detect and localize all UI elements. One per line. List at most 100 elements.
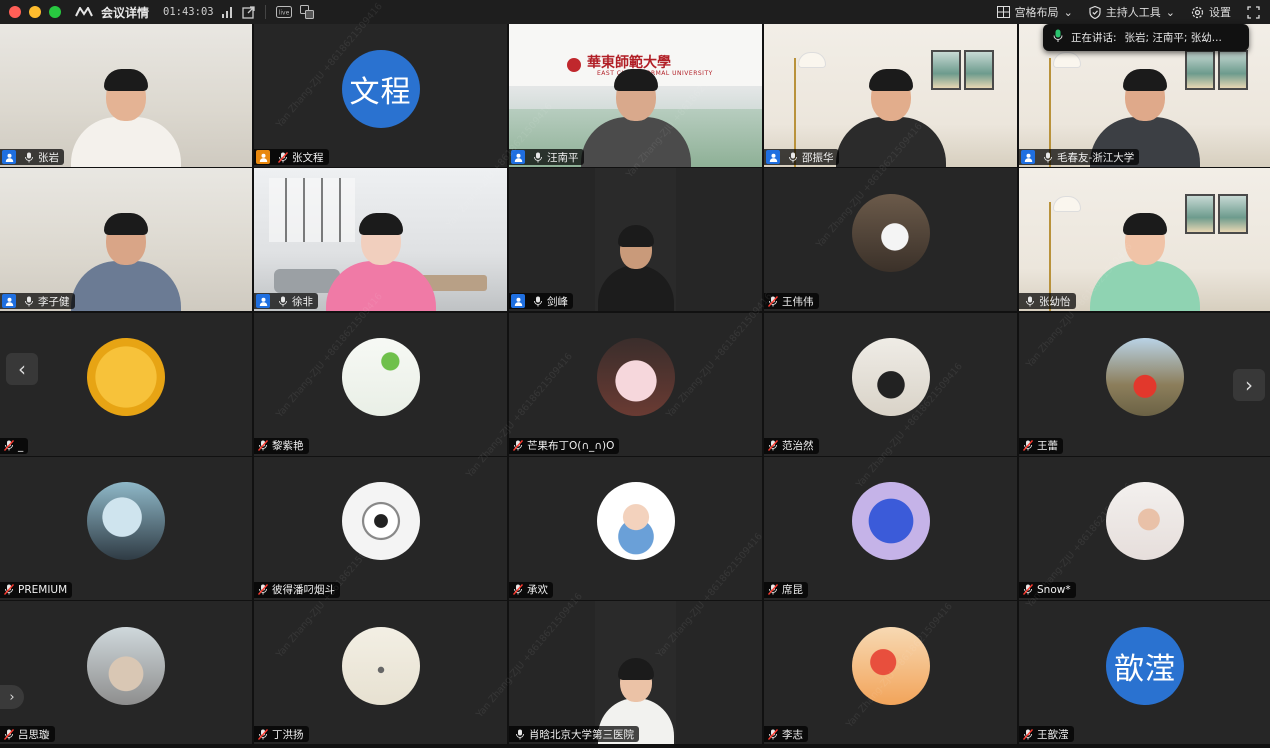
participant-name: _ bbox=[18, 439, 24, 452]
participant-tile[interactable]: 丁洪扬 bbox=[254, 601, 507, 745]
participant-name-tag: _ bbox=[0, 437, 29, 454]
microphone-icon bbox=[514, 728, 526, 740]
video-feed bbox=[0, 168, 252, 312]
participant-tile[interactable]: 剑峰 bbox=[509, 168, 762, 312]
cat-photo-avatar bbox=[851, 193, 930, 272]
participant-name-tag: 席昆 bbox=[764, 581, 808, 598]
video-feed bbox=[0, 24, 252, 167]
microphone-muted-icon bbox=[3, 440, 15, 452]
user-badge-icon bbox=[256, 294, 270, 309]
layout-label: 宫格布局 bbox=[1014, 6, 1059, 19]
participant-tile[interactable]: 彼得潘叼烟斗 bbox=[254, 456, 507, 600]
microphone-muted-icon bbox=[3, 584, 15, 596]
microphone-muted-icon bbox=[767, 584, 779, 596]
participant-name: PREMIUM bbox=[18, 583, 68, 596]
microphone-muted-icon bbox=[512, 584, 524, 596]
participant-tile[interactable]: 華東師範大學 EAST CHINA NORMAL UNIVERSITY 汪南平 bbox=[509, 24, 762, 167]
microphone-icon bbox=[277, 151, 289, 163]
participant-tile[interactable]: 歆滢王歆滢 bbox=[1019, 601, 1270, 745]
participant-name-tag: PREMIUM bbox=[0, 581, 73, 598]
participant-name-tag: 彼得潘叼烟斗 bbox=[254, 581, 340, 598]
participant-name-tag: 王歆滢 bbox=[1019, 726, 1074, 743]
minimize-window-button[interactable] bbox=[29, 6, 41, 18]
participant-tile[interactable]: 肖晗北京大学第三医院 bbox=[509, 601, 762, 745]
participant-name-tag: 承欢 bbox=[509, 581, 553, 598]
microphone-muted-icon bbox=[257, 440, 269, 452]
participant-name-tag: 吕思璇 bbox=[0, 726, 55, 743]
text-avatar: 歆滢 bbox=[1106, 626, 1184, 705]
meeting-info-button[interactable]: 会议详情 bbox=[101, 4, 149, 21]
layout-menu-button[interactable]: 宫格布局 ⌄ bbox=[996, 4, 1073, 20]
participant-name: 承欢 bbox=[527, 584, 548, 597]
chevron-right-icon: › bbox=[9, 689, 15, 705]
participant-video-figure bbox=[835, 69, 946, 167]
shield-icon bbox=[1089, 5, 1101, 19]
participant-name: 席昆 bbox=[782, 584, 803, 597]
translate-icon[interactable] bbox=[299, 5, 314, 19]
next-page-button[interactable]: › bbox=[1233, 369, 1265, 401]
user-badge-icon bbox=[511, 294, 525, 309]
user-badge-icon bbox=[766, 150, 780, 164]
host-tools-button[interactable]: 主持人工具 ⌄ bbox=[1089, 4, 1175, 20]
expand-panel-button[interactable]: › bbox=[0, 685, 24, 709]
participant-tile[interactable]: 李子健 bbox=[0, 168, 252, 312]
participant-tile[interactable]: 黎紫艳 bbox=[254, 312, 507, 456]
participant-tile[interactable]: 徐非 bbox=[254, 168, 507, 312]
participant-name-tag: 李志 bbox=[764, 726, 808, 743]
cartoon-scene-avatar bbox=[851, 626, 930, 705]
settings-label: 设置 bbox=[1209, 6, 1231, 19]
participant-tile[interactable]: 芒果布丁O(∩_∩)O bbox=[509, 312, 762, 456]
participant-name: Snow* bbox=[1037, 583, 1071, 596]
participant-name-tag: 剑峰 bbox=[509, 293, 573, 310]
participant-tile[interactable]: 王伟伟 bbox=[764, 168, 1017, 312]
microphone-active-icon bbox=[1053, 29, 1063, 46]
microphone-icon bbox=[1024, 295, 1036, 307]
plant-photo-avatar bbox=[341, 338, 420, 417]
fullscreen-icon[interactable] bbox=[1247, 5, 1260, 19]
maximize-window-button[interactable] bbox=[49, 6, 61, 18]
participant-tile[interactable]: 吕思璇 bbox=[0, 601, 252, 745]
participant-tile[interactable]: 席昆 bbox=[764, 456, 1017, 600]
video-feed bbox=[595, 168, 676, 312]
video-feed bbox=[764, 24, 1017, 167]
grid-layout-icon bbox=[996, 6, 1010, 18]
anime-character-avatar bbox=[87, 482, 165, 561]
participant-name: 吕思璇 bbox=[18, 728, 50, 741]
participant-video-figure bbox=[597, 225, 674, 312]
settings-button[interactable]: 设置 bbox=[1191, 4, 1231, 20]
previous-page-button[interactable]: ‹ bbox=[6, 353, 38, 385]
participant-tile[interactable]: 张幼怡 bbox=[1019, 168, 1270, 312]
signal-strength-icon[interactable] bbox=[221, 6, 234, 18]
active-speaker-indicator: 正在讲话: 张岩; 汪南平; 张幼... bbox=[1043, 24, 1249, 51]
participant-tile[interactable]: 承欢 bbox=[509, 456, 762, 600]
participant-tile[interactable]: 范治然 bbox=[764, 312, 1017, 456]
chevron-down-icon: ⌄ bbox=[1165, 5, 1175, 19]
participant-grid: 张岩 文程 张文程 華東師範大學 EAST CHINA NORMAL UNIVERS… bbox=[0, 24, 1270, 748]
participant-name: 王蕾 bbox=[1037, 440, 1058, 453]
participant-name-tag: 王伟伟 bbox=[764, 293, 819, 310]
participant-tile[interactable]: 张岩 bbox=[0, 24, 252, 167]
participant-tile[interactable]: 李志 bbox=[764, 601, 1017, 745]
host-tools-label: 主持人工具 bbox=[1105, 6, 1161, 19]
participant-name: 张幼怡 bbox=[1039, 295, 1071, 308]
speaking-label: 正在讲话: bbox=[1071, 32, 1117, 44]
participant-tile[interactable]: PREMIUM bbox=[0, 456, 252, 600]
participant-tile[interactable]: 文程 张文程 bbox=[254, 24, 507, 167]
participant-name: 黎紫艳 bbox=[272, 440, 304, 453]
participant-tile[interactable]: 邵振华 bbox=[764, 24, 1017, 167]
participant-video-figure bbox=[1090, 213, 1200, 312]
close-window-button[interactable] bbox=[9, 6, 21, 18]
participant-tile[interactable]: Snow* bbox=[1019, 456, 1270, 600]
microphone-muted-icon bbox=[767, 440, 779, 452]
microphone-icon bbox=[787, 151, 799, 163]
participant-tile[interactable]: _ bbox=[0, 312, 252, 456]
participant-name-tag: 张岩 bbox=[0, 149, 64, 165]
share-link-icon[interactable] bbox=[241, 5, 255, 19]
live-icon[interactable]: live bbox=[275, 6, 292, 18]
microphone-muted-icon bbox=[257, 584, 269, 596]
golden-mascot-avatar bbox=[87, 338, 165, 417]
ink-painting-avatar bbox=[341, 626, 420, 705]
video-feed: 華東師範大學 EAST CHINA NORMAL UNIVERSITY bbox=[509, 24, 762, 167]
participant-name: 张岩 bbox=[38, 151, 59, 164]
participant-name-tag: 芒果布丁O(∩_∩)O bbox=[509, 437, 620, 454]
